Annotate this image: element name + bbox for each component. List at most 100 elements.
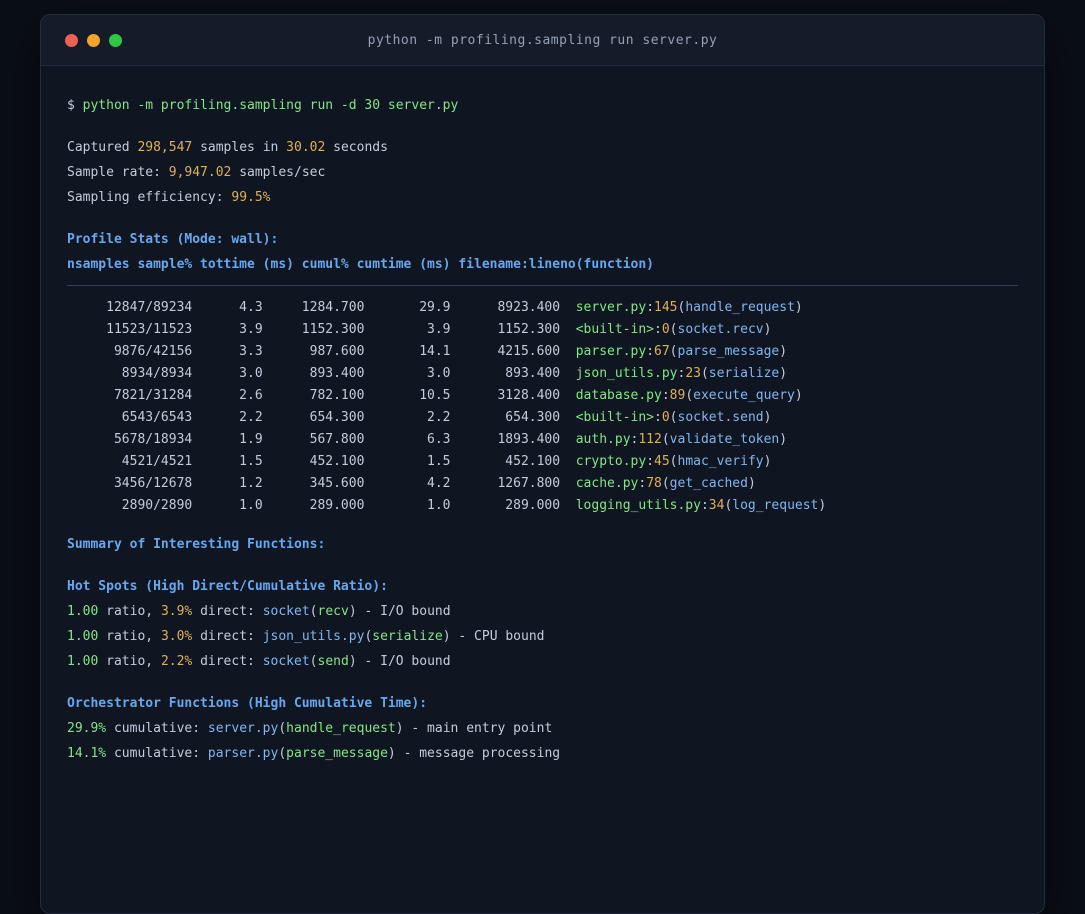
text-span: )	[779, 432, 788, 447]
text-span: 12847/89234 4.3 1284.700 29.9 8923.400	[67, 300, 576, 315]
text-span: :	[661, 388, 670, 403]
text-span: cache.py	[575, 476, 639, 491]
terminal-titlebar: python -m profiling.sampling run server.…	[41, 15, 1044, 66]
hot-spot-line: 1.00 ratio, 3.0% direct: json_utils.py(s…	[67, 626, 1018, 648]
text-span: 14.1%	[67, 746, 107, 761]
text-span: - I/O bound	[356, 604, 451, 619]
text-span: handle_request	[685, 300, 795, 315]
text-span: 1.00	[67, 654, 99, 669]
text-span: (	[669, 410, 678, 425]
text-span: get_cached	[669, 476, 748, 491]
text-span: )	[348, 654, 357, 669]
text-span: (	[669, 344, 678, 359]
text-span: recv	[317, 604, 349, 619]
text-span: 8934/8934 3.0 893.400 3.0 893.400	[67, 366, 576, 381]
text-span: socket.recv	[677, 322, 764, 337]
text-span: parse_message	[286, 746, 388, 761]
table-row: 2890/2890 1.0 289.000 1.0 289.000 loggin…	[67, 495, 1018, 517]
text-span: socket.send	[677, 410, 764, 425]
table-row: 11523/11523 3.9 1152.300 3.9 1152.300 <b…	[67, 319, 1018, 341]
text-span: Profile Stats (Mode: wall):	[67, 232, 279, 247]
text-span: 145	[654, 300, 678, 315]
text-span: 9876/42156 3.3 987.600 14.1 4215.600	[67, 344, 576, 359]
efficiency-line: Sampling efficiency: 99.5%	[67, 187, 1018, 209]
text-span: :	[646, 344, 655, 359]
text-span: :	[646, 454, 655, 469]
text-span: validate_token	[669, 432, 780, 447]
close-button[interactable]	[65, 33, 78, 47]
table-row: 6543/6543 2.2 654.300 2.2 654.300 <built…	[67, 407, 1018, 429]
table-row: 9876/42156 3.3 987.600 14.1 4215.600 par…	[67, 341, 1018, 363]
table-row: 4521/4521 1.5 452.100 1.5 452.100 crypto…	[67, 451, 1018, 473]
text-span: Sampling efficiency:	[67, 190, 232, 205]
text-span: samples/sec	[231, 165, 326, 180]
text-span: :	[638, 476, 647, 491]
text-span: :	[646, 300, 655, 315]
text-span: json_utils.py	[575, 366, 678, 381]
table-header: nsamples sample% tottime (ms) cumul% cum…	[67, 254, 1018, 276]
hot-spots-heading: Hot Spots (High Direct/Cumulative Ratio)…	[67, 576, 1018, 598]
profile-stats-heading: Profile Stats (Mode: wall):	[67, 229, 1018, 251]
orchestrator-line: 29.9% cumulative: server.py(handle_reque…	[67, 718, 1018, 740]
text-span: (	[278, 746, 287, 761]
text-span: 34	[708, 498, 725, 513]
text-span: Orchestrator Functions (High Cumulative …	[67, 696, 428, 711]
text-span: (	[669, 322, 678, 337]
text-span: execute_query	[693, 388, 795, 403]
text-span: 5678/18934 1.9 567.800 6.3 1893.400	[67, 432, 576, 447]
desktop: { "window": { "title": "python -m profil…	[0, 0, 1085, 914]
text-span: :	[654, 322, 662, 337]
text-span: serialize	[372, 629, 443, 644]
text-span: (	[661, 432, 670, 447]
text-span: (	[661, 476, 670, 491]
text-span: parse_message	[677, 344, 780, 359]
hot-spot-line: 1.00 ratio, 2.2% direct: socket(send) - …	[67, 651, 1018, 673]
text-span: Summary of Interesting Functions:	[67, 537, 326, 552]
window-title: python -m profiling.sampling run server.…	[367, 32, 718, 48]
text-span: 30.02	[286, 140, 326, 155]
text-span: log_request	[732, 498, 819, 513]
table-divider	[67, 285, 1018, 286]
table-row: 5678/18934 1.9 567.800 6.3 1893.400 auth…	[67, 429, 1018, 451]
text-span: json_utils.py	[262, 629, 365, 644]
minimize-button[interactable]	[87, 33, 100, 47]
text-span: hmac_verify	[677, 454, 764, 469]
text-span: )	[763, 322, 772, 337]
text-span: <built-in>	[575, 322, 655, 337]
table-row: 8934/8934 3.0 893.400 3.0 893.400 json_u…	[67, 363, 1018, 385]
text-span: 2890/2890 1.0 289.000 1.0 289.000	[67, 498, 576, 513]
text-span: 1.00	[67, 629, 99, 644]
text-span: )	[763, 410, 772, 425]
text-span: 0	[661, 322, 670, 337]
orchestrator-heading: Orchestrator Functions (High Cumulative …	[67, 693, 1018, 715]
text-span: (	[700, 366, 709, 381]
text-span: - I/O bound	[356, 654, 451, 669]
orchestrator-line: 14.1% cumulative: parser.py(parse_messag…	[67, 743, 1018, 765]
text-span: )	[442, 629, 451, 644]
text-span: 1.00	[67, 604, 99, 619]
text-span: 2.2%	[160, 654, 193, 669]
text-span: parser.py	[575, 344, 647, 359]
text-span: serialize	[708, 366, 780, 381]
text-span: direct:	[192, 604, 263, 619]
text-span: samples in	[192, 140, 287, 155]
terminal-content[interactable]: $ python -m profiling.sampling run -d 30…	[41, 66, 1044, 808]
sample-rate-line: Sample rate: 9,947.02 samples/sec	[67, 162, 1018, 184]
text-span: 11523/11523 3.9 1152.300 3.9 1152.300	[67, 322, 576, 337]
text-span: )	[387, 746, 396, 761]
maximize-button[interactable]	[109, 33, 122, 47]
text-span: Hot Spots (High Direct/Cumulative Ratio)…	[67, 579, 388, 594]
text-span: server.py	[575, 300, 647, 315]
text-span: $	[67, 98, 83, 113]
table-row: 3456/12678 1.2 345.600 4.2 1267.800 cach…	[67, 473, 1018, 495]
text-span: server.py	[207, 721, 279, 736]
terminal-window: python -m profiling.sampling run server.…	[40, 14, 1045, 914]
text-span: )	[747, 476, 756, 491]
text-span: - main entry point	[403, 721, 553, 736]
text-span: )	[794, 300, 803, 315]
text-span: seconds	[325, 140, 388, 155]
text-span: 3.9%	[160, 604, 193, 619]
text-span: nsamples sample% tottime (ms) cumul% cum…	[67, 257, 654, 272]
